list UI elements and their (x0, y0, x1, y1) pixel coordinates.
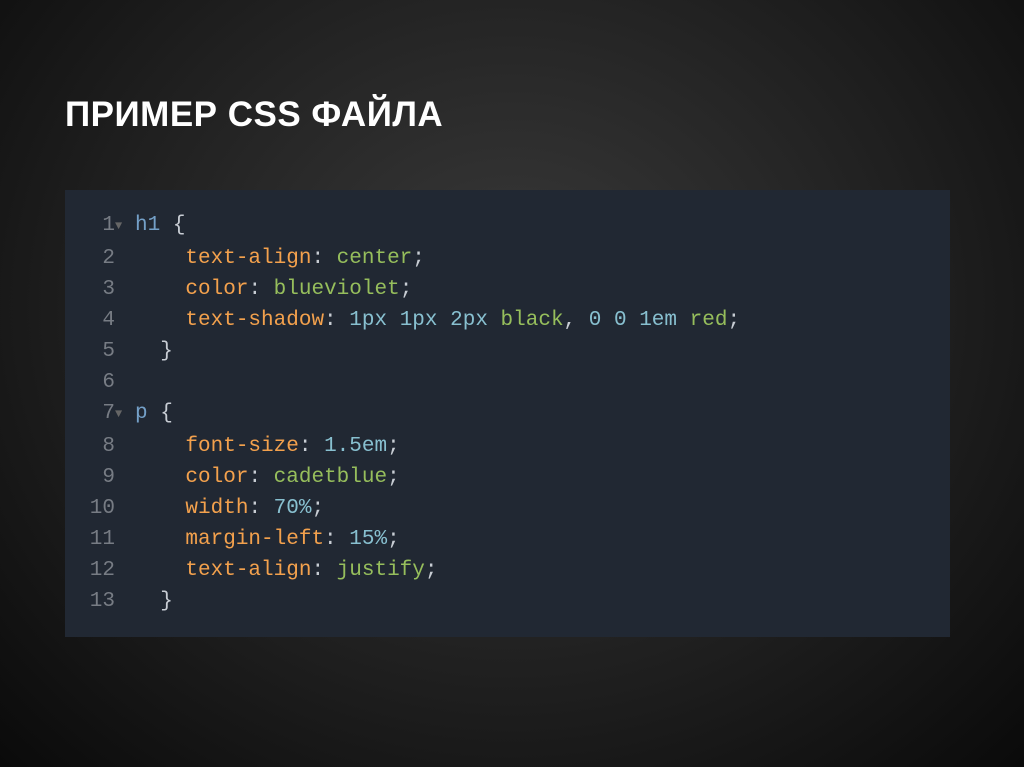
code-line: 10 width: 70%; (83, 493, 928, 524)
code-line: 11 margin-left: 15%; (83, 524, 928, 555)
code-line: 12 text-align: justify; (83, 555, 928, 586)
code-line: 3 color: blueviolet; (83, 274, 928, 305)
line-number: 8 (83, 431, 115, 462)
code-line: 1 ▼ h1 { (83, 210, 928, 243)
line-number: 6 (83, 367, 115, 398)
code-text: text-shadow: 1px 1px 2px black, 0 0 1em … (135, 305, 740, 336)
code-text: text-align: center; (135, 243, 425, 274)
line-number: 3 (83, 274, 115, 305)
fold-icon[interactable]: ▼ (115, 211, 135, 242)
code-text: h1 { (135, 210, 185, 241)
line-number: 1 (83, 210, 115, 241)
code-text: } (135, 336, 173, 367)
line-number: 12 (83, 555, 115, 586)
code-line: 9 color: cadetblue; (83, 462, 928, 493)
line-number: 10 (83, 493, 115, 524)
code-line: 13 } (83, 586, 928, 617)
line-number: 2 (83, 243, 115, 274)
code-line: 7 ▼ p { (83, 398, 928, 431)
code-block: 1 ▼ h1 { 2 text-align: center; 3 color: … (65, 190, 950, 637)
code-text: color: blueviolet; (135, 274, 412, 305)
code-line: 8 font-size: 1.5em; (83, 431, 928, 462)
code-line: 5 } (83, 336, 928, 367)
line-number: 9 (83, 462, 115, 493)
fold-icon[interactable]: ▼ (115, 399, 135, 430)
slide: ПРИМЕР CSS ФАЙЛА 1 ▼ h1 { 2 text-align: … (0, 0, 1024, 767)
line-number: 13 (83, 586, 115, 617)
slide-title: ПРИМЕР CSS ФАЙЛА (65, 95, 959, 135)
code-text: p { (135, 398, 173, 429)
code-text: margin-left: 15%; (135, 524, 400, 555)
code-text: font-size: 1.5em; (135, 431, 400, 462)
code-text: text-align: justify; (135, 555, 438, 586)
code-line: 2 text-align: center; (83, 243, 928, 274)
code-line: 6 (83, 367, 928, 398)
line-number: 11 (83, 524, 115, 555)
code-text: } (135, 586, 173, 617)
code-text (135, 367, 148, 398)
line-number: 7 (83, 398, 115, 429)
code-line: 4 text-shadow: 1px 1px 2px black, 0 0 1e… (83, 305, 928, 336)
code-text: width: 70%; (135, 493, 324, 524)
line-number: 4 (83, 305, 115, 336)
code-text: color: cadetblue; (135, 462, 400, 493)
line-number: 5 (83, 336, 115, 367)
